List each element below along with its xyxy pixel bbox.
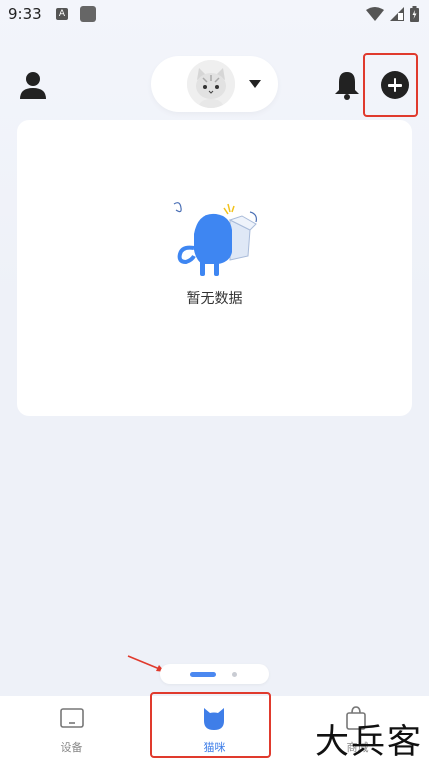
battery-icon [410,6,419,22]
status-icons [366,6,419,22]
cat-avatar [187,60,235,108]
nav-label-devices: 设备 [60,741,83,754]
person-icon[interactable] [18,70,48,100]
page-indicator[interactable] [160,664,269,684]
add-icon[interactable] [381,71,409,99]
watermark: 大兵客 [315,722,423,762]
bell-icon[interactable] [333,70,361,100]
empty-state-message: 暂无数据 [186,291,243,307]
status-notification-square [80,6,96,22]
cat-selector[interactable] [151,56,278,112]
wifi-icon [366,7,384,21]
page-indicator-dot [232,672,237,677]
signal-icon [390,7,404,21]
nav-item-devices[interactable]: 设备 [0,696,143,762]
status-bar: 9:33 A [0,0,429,30]
tablet-icon [60,708,84,728]
cat-avatar-image [187,60,235,108]
cat-tab-highlight [150,692,271,758]
status-time: 9:33 [8,5,42,23]
empty-cat-illustration [173,202,257,276]
page-indicator-active [190,672,216,677]
status-notification-a: A [56,8,68,20]
chevron-down-icon [249,80,261,88]
empty-state-card: 暂无数据 [17,120,412,416]
